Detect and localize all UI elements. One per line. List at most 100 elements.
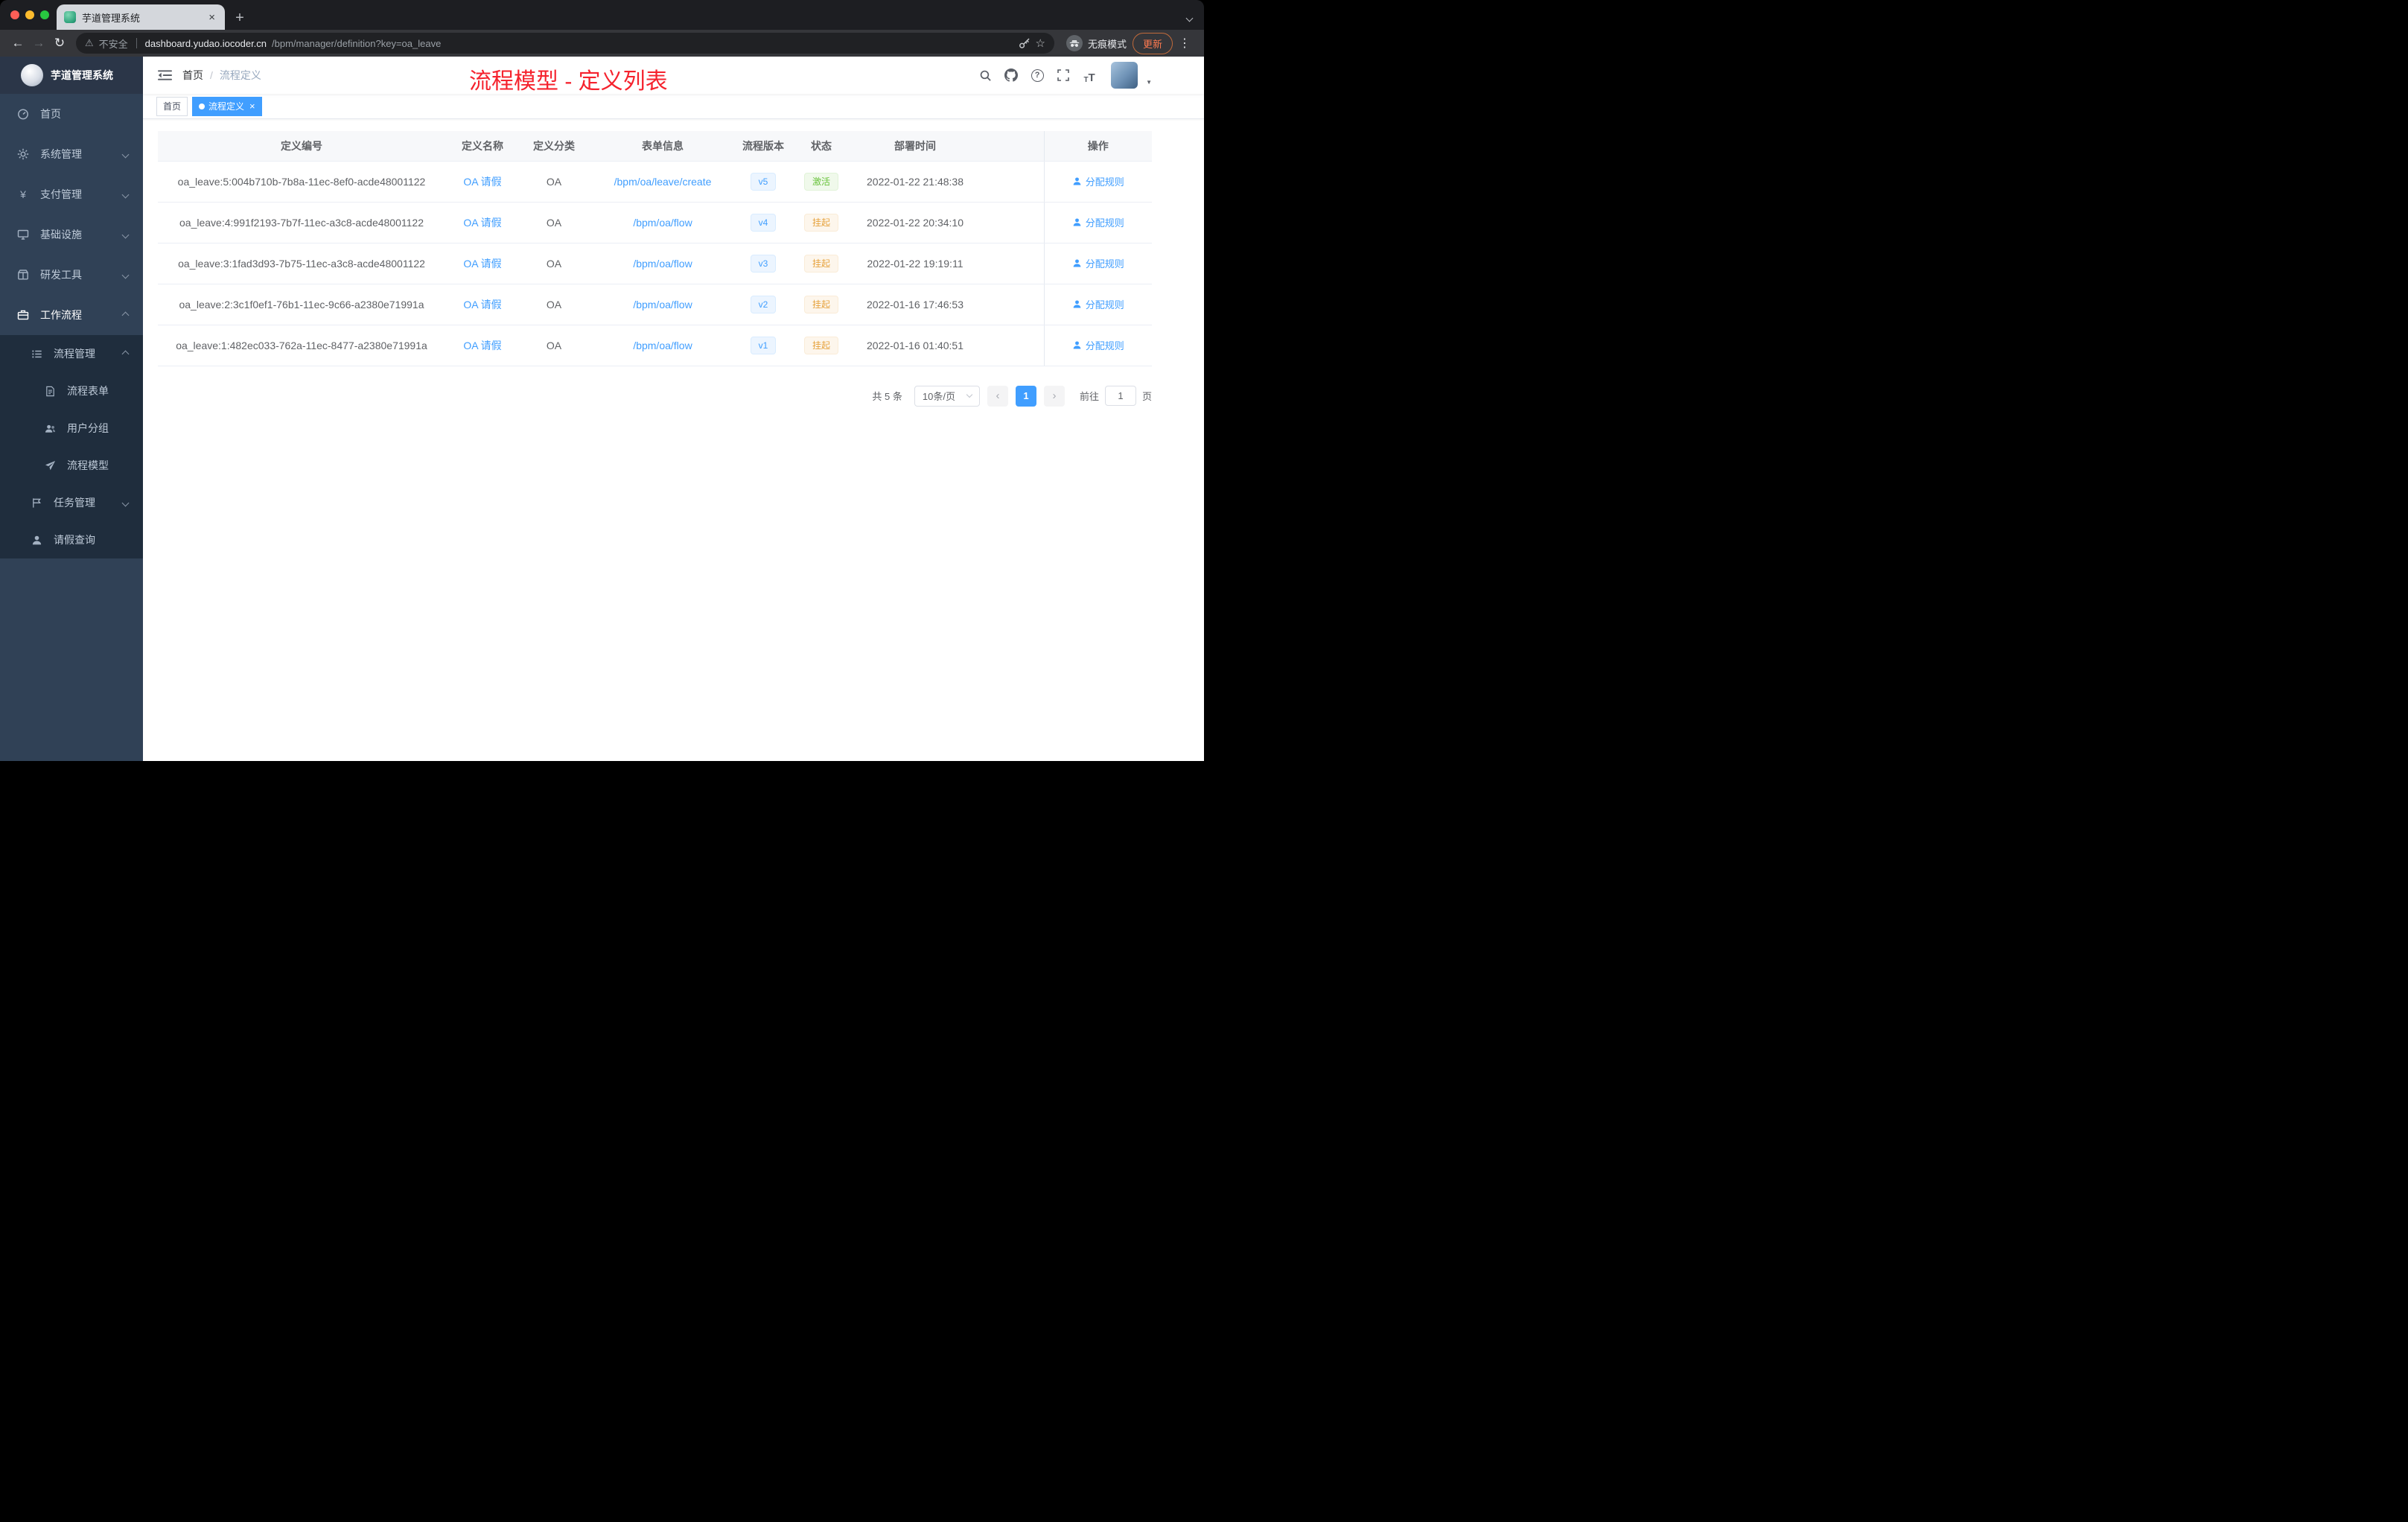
cell-deploy-time: 2022-01-16 01:40:51	[853, 325, 977, 366]
search-icon[interactable]	[976, 66, 994, 84]
definition-name-link[interactable]: OA 请假	[463, 340, 501, 351]
zoom-window-button[interactable]	[40, 10, 49, 19]
minimize-window-button[interactable]	[25, 10, 34, 19]
github-icon[interactable]	[1002, 66, 1020, 84]
sidebar-item-system[interactable]: 系统管理	[0, 134, 143, 174]
sidebar-item-process-form[interactable]: 流程表单	[0, 372, 143, 410]
goto-label: 前往	[1079, 391, 1099, 402]
sidebar-item-label: 工作流程	[40, 309, 82, 321]
assign-rule-button[interactable]: 分配规则	[1072, 215, 1124, 229]
sidebar-item-label: 研发工具	[40, 269, 82, 281]
chevron-down-icon	[121, 271, 130, 278]
bookmark-star-icon[interactable]: ☆	[1036, 36, 1045, 50]
table-row: oa_leave:5:004b710b-7b8a-11ec-8ef0-acde4…	[158, 161, 1152, 203]
person-icon	[1073, 259, 1081, 267]
tag-close-icon[interactable]: ×	[249, 101, 255, 111]
warning-icon: ⚠	[85, 37, 94, 48]
form-link[interactable]: /bpm/oa/leave/create	[614, 176, 712, 188]
browser-tab[interactable]: 芋道管理系统 ×	[57, 4, 225, 30]
fullscreen-icon[interactable]	[1054, 66, 1072, 84]
sidebar-toggle-icon[interactable]	[147, 69, 182, 81]
person-icon	[1073, 218, 1081, 226]
prev-page-button[interactable]: ‹	[987, 385, 1008, 407]
caret-down-icon: ▼	[1146, 79, 1152, 86]
tab-search-chevron-icon[interactable]	[1185, 11, 1194, 25]
table-row: oa_leave:3:1fad3d93-7b75-11ec-a3c8-acde4…	[158, 243, 1152, 284]
close-window-button[interactable]	[10, 10, 19, 19]
definition-name-link[interactable]: OA 请假	[463, 299, 501, 311]
tab-close-icon[interactable]: ×	[206, 11, 217, 24]
forward-button[interactable]: →	[28, 33, 49, 54]
column-spacer	[977, 131, 1044, 162]
goto-page-input[interactable]	[1104, 386, 1136, 406]
browser-menu-icon[interactable]: ⋮	[1173, 36, 1197, 51]
cell-id: oa_leave:3:1fad3d93-7b75-11ec-a3c8-acde4…	[158, 243, 445, 284]
url-bar[interactable]: ⚠ 不安全 dashboard.yudao.iocoder.cn /bpm/ma…	[76, 33, 1054, 54]
chevron-down-icon	[121, 150, 130, 158]
definition-name-link[interactable]: OA 请假	[463, 217, 501, 229]
gear-icon	[16, 148, 30, 160]
chrome-update-button[interactable]: 更新	[1132, 32, 1173, 54]
tab-favicon	[64, 11, 76, 23]
chevron-down-icon	[966, 391, 973, 398]
help-icon[interactable]: ?	[1028, 66, 1046, 84]
definition-name-link[interactable]: OA 请假	[463, 176, 501, 188]
sidebar-item-process-model[interactable]: 流程模型	[0, 447, 143, 484]
url-path: /bpm/manager/definition?key=oa_leave	[272, 37, 442, 49]
sidebar-item-label: 任务管理	[54, 497, 95, 509]
sidebar-item-label: 基础设施	[40, 229, 82, 241]
sidebar-item-infrastructure[interactable]: 基础设施	[0, 214, 143, 255]
page-navbar: 首页 / 流程定义 流程模型 - 定义列表 ? T T ▼	[143, 57, 1204, 94]
cell-spacer	[977, 284, 1044, 325]
page-content: 定义编号 定义名称 定义分类 表单信息 流程版本 状态 部署时间 操作 oa_l…	[143, 119, 1204, 761]
form-link[interactable]: /bpm/oa/flow	[633, 340, 692, 351]
back-button[interactable]: ←	[7, 33, 28, 54]
next-page-button[interactable]: ›	[1043, 385, 1065, 407]
url-divider	[136, 38, 137, 48]
form-link[interactable]: /bpm/oa/flow	[633, 258, 692, 270]
sidebar-item-leave-query[interactable]: 请假查询	[0, 521, 143, 558]
sidebar-item-task-mgmt[interactable]: 任务管理	[0, 484, 143, 521]
reload-button[interactable]: ↻	[49, 33, 70, 54]
goto-page: 前往 页	[1080, 386, 1152, 406]
app-root: 芋道管理系统 首页 系统管理 ¥ 支付管理 基础设施 研发工具 工作流程 流程管…	[0, 57, 1204, 761]
sidebar-logo[interactable]: 芋道管理系统	[0, 57, 143, 94]
incognito-badge: 无痕模式	[1066, 35, 1127, 51]
cell-deploy-time: 2022-01-22 21:48:38	[853, 161, 977, 203]
assign-rule-button[interactable]: 分配规则	[1072, 174, 1124, 188]
table-header-row: 定义编号 定义名称 定义分类 表单信息 流程版本 状态 部署时间 操作	[158, 131, 1152, 162]
tag-process-definition[interactable]: 流程定义 ×	[192, 96, 262, 116]
column-header: 定义编号	[158, 131, 445, 162]
table-row: oa_leave:2:3c1f0ef1-76b1-11ec-9c66-a2380…	[158, 284, 1152, 325]
new-tab-button[interactable]: +	[229, 6, 250, 30]
cell-id: oa_leave:5:004b710b-7b8a-11ec-8ef0-acde4…	[158, 161, 445, 203]
sidebar-item-user-group[interactable]: 用户分组	[0, 410, 143, 447]
sidebar-item-process-mgmt[interactable]: 流程管理	[0, 335, 143, 372]
tab-strip: 芋道管理系统 × +	[0, 0, 1204, 30]
page-size-select[interactable]: 10条/页	[914, 385, 980, 407]
home-icon	[16, 108, 30, 120]
assign-rule-button[interactable]: 分配规则	[1072, 256, 1124, 270]
user-avatar[interactable]	[1111, 62, 1138, 89]
page-number-button[interactable]: 1	[1015, 385, 1036, 407]
person-icon	[1073, 177, 1081, 185]
sidebar-item-home[interactable]: 首页	[0, 94, 143, 134]
form-link[interactable]: /bpm/oa/flow	[633, 217, 692, 229]
chevron-down-icon	[121, 499, 130, 506]
sidebar-item-label: 首页	[40, 108, 61, 120]
sidebar-item-devtools[interactable]: 研发工具	[0, 255, 143, 295]
assign-rule-button[interactable]: 分配规则	[1072, 338, 1124, 352]
sidebar-item-workflow[interactable]: 工作流程	[0, 295, 143, 335]
form-link[interactable]: /bpm/oa/flow	[633, 299, 692, 311]
tag-home[interactable]: 首页	[156, 96, 188, 116]
font-size-icon[interactable]: TT	[1080, 66, 1098, 84]
sidebar-item-payment[interactable]: ¥ 支付管理	[0, 174, 143, 214]
column-header: 操作	[1043, 131, 1152, 162]
assign-rule-button[interactable]: 分配规则	[1072, 297, 1124, 311]
definition-name-link[interactable]: OA 请假	[463, 258, 501, 270]
cell-spacer	[977, 161, 1044, 203]
security-label[interactable]: 不安全	[99, 36, 128, 51]
breadcrumb-home[interactable]: 首页	[182, 68, 203, 83]
password-key-icon[interactable]	[1019, 37, 1031, 49]
yen-icon: ¥	[20, 188, 26, 200]
